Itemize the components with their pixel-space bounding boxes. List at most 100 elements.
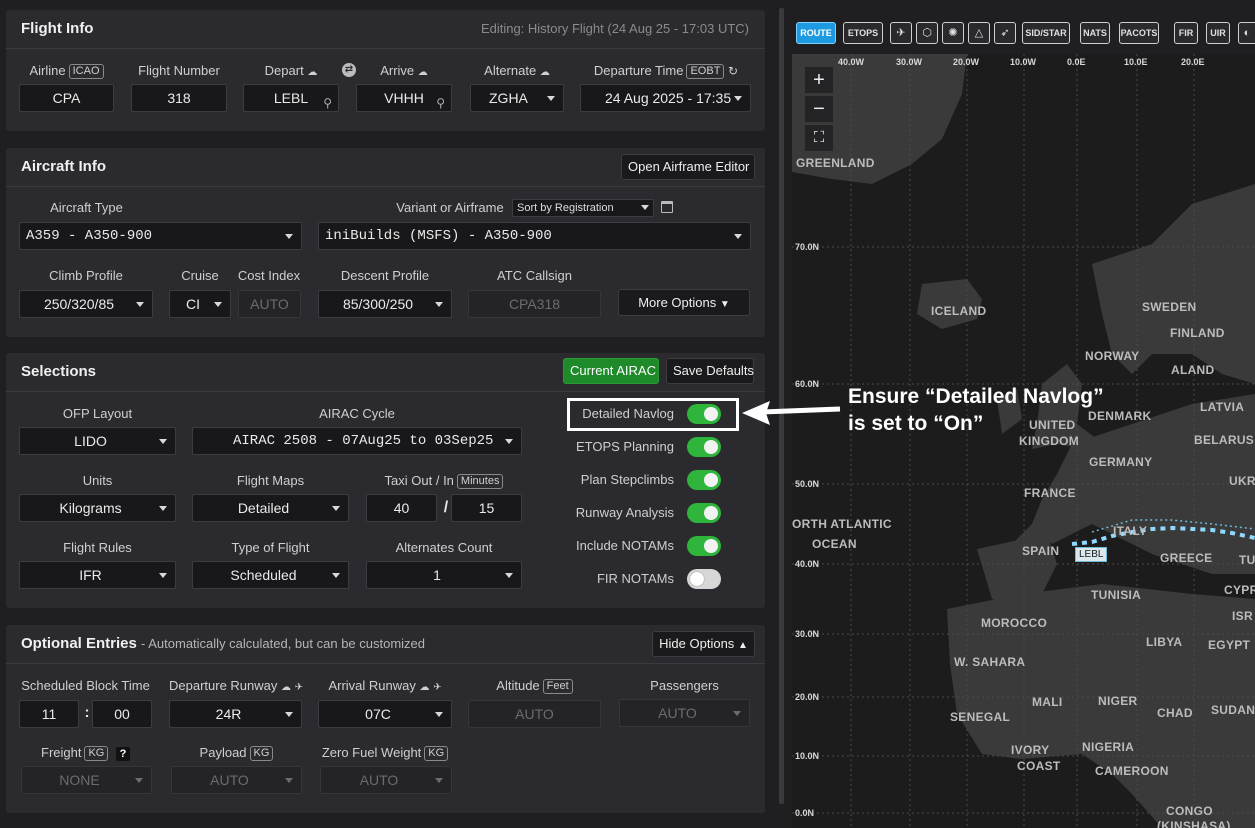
include-notams-switch[interactable]: [687, 536, 721, 556]
save-defaults-button[interactable]: Save Defaults: [666, 358, 754, 384]
country-label: EGYPT: [1208, 638, 1251, 652]
current-airac-button[interactable]: Current AIRAC: [563, 358, 659, 384]
flight-planner-form: Flight Info Editing: History Flight (24 …: [0, 0, 775, 828]
climb-profile-select[interactable]: 250/320/85: [19, 290, 153, 318]
block-hours-field[interactable]: 11: [19, 700, 79, 728]
units-label: Units: [82, 473, 113, 488]
block-time-separator: :: [84, 704, 90, 721]
country-label: UKRAI: [1229, 474, 1255, 488]
freight-select[interactable]: NONE: [21, 766, 152, 794]
chevron-down-icon: [734, 234, 742, 239]
departure-time-select[interactable]: 24 Aug 2025 - 17:35: [580, 84, 751, 112]
flight-maps-label: Flight Maps: [236, 473, 305, 488]
fir-notams-switch[interactable]: [687, 569, 721, 589]
altitude-label: Altitude Feet: [468, 678, 601, 694]
hide-options-button[interactable]: Hide Options ▲: [652, 631, 755, 657]
arrive-field[interactable]: VHHH ⚲: [356, 84, 452, 112]
sort-select[interactable]: Sort by Registration: [512, 199, 654, 217]
country-label: COAST: [1017, 759, 1061, 773]
cruise-select[interactable]: CI: [169, 290, 231, 318]
country-label: NIGER: [1098, 694, 1138, 708]
flight-info-title: Flight Info: [21, 20, 94, 37]
lat-label: 30.0N: [795, 629, 820, 639]
passengers-select[interactable]: AUTO: [619, 699, 750, 727]
cost-index-field[interactable]: AUTO: [238, 290, 301, 318]
country-label: NIGERIA: [1082, 740, 1135, 754]
hexagon-icon[interactable]: ⬡: [916, 22, 938, 44]
rocket-icon[interactable]: ➶: [994, 22, 1016, 44]
chevron-down-icon: [435, 712, 443, 717]
plan-stepclimbs-switch[interactable]: [687, 470, 721, 490]
arrival-runway-select[interactable]: 07C: [318, 700, 452, 728]
depart-field[interactable]: LEBL ⚲: [243, 84, 339, 112]
flight-maps-select[interactable]: Detailed: [192, 494, 349, 522]
toggle-fir-notams: FIR NOTAMs: [560, 565, 760, 593]
country-label: (KINSHASA): [1157, 819, 1231, 828]
swap-icon[interactable]: ⇄: [342, 63, 356, 77]
country-label: ICELAND: [931, 304, 987, 318]
contrast-icon[interactable]: ◐: [1238, 22, 1255, 44]
block-minutes-field[interactable]: 00: [92, 700, 152, 728]
runway-analysis-switch[interactable]: [687, 503, 721, 523]
country-label: SPAIN: [1022, 544, 1060, 558]
passengers-label: Passengers: [650, 678, 719, 693]
lat-label: 40.0N: [795, 559, 820, 569]
type-of-flight-select[interactable]: Scheduled: [192, 561, 349, 589]
zero-fuel-weight-select[interactable]: AUTO: [320, 766, 452, 794]
aircraft-info-title: Aircraft Info: [21, 158, 107, 175]
units-select[interactable]: Kilograms: [19, 494, 176, 522]
search-icon[interactable]: ⚲: [436, 90, 445, 111]
flight-rules-select[interactable]: IFR: [19, 561, 176, 589]
descent-profile-select[interactable]: 85/300/250: [318, 290, 452, 318]
country-label: SWEDEN: [1142, 300, 1197, 314]
payload-select[interactable]: AUTO: [171, 766, 302, 794]
departure-runway-select[interactable]: 24R: [169, 700, 302, 728]
country-label: TU: [1239, 553, 1255, 567]
search-icon[interactable]: ⚲: [323, 90, 332, 111]
aircraft-type-select[interactable]: A359 - A350-900: [19, 222, 302, 250]
more-options-button[interactable]: More Options ▼: [618, 289, 750, 316]
airplane-icon[interactable]: ✈: [890, 22, 912, 44]
help-icon[interactable]: ?: [116, 747, 130, 761]
alternate-select[interactable]: ZGHA: [470, 84, 564, 112]
country-label: ISR: [1232, 609, 1253, 623]
aircraft-type-label: Aircraft Type: [50, 200, 123, 215]
airline-field[interactable]: CPA: [19, 84, 114, 112]
fir-layer-button[interactable]: FIR: [1174, 22, 1198, 44]
airline-label: Airline ICAO: [19, 63, 114, 79]
altitude-field[interactable]: AUTO: [468, 700, 601, 728]
chevron-down-icon: [505, 573, 513, 578]
alternates-count-select[interactable]: 1: [366, 561, 522, 589]
airac-cycle-select[interactable]: AIRAC 2508 - 07Aug25 to 03Sep25: [192, 427, 522, 455]
nats-layer-button[interactable]: NATS: [1080, 22, 1110, 44]
variant-select[interactable]: iniBuilds (MSFS) - A350-900: [318, 222, 751, 250]
editing-note: Editing: History Flight (24 Aug 25 - 17:…: [480, 21, 749, 36]
ofp-layout-select[interactable]: LIDO: [19, 427, 176, 455]
atc-callsign-field[interactable]: CPA318: [468, 290, 601, 318]
country-label: OCEAN: [812, 537, 857, 551]
chevron-down-icon: [159, 506, 167, 511]
zoom-in-button[interactable]: +: [804, 66, 834, 94]
chevron-down-icon: [435, 302, 443, 307]
origin-airport-label[interactable]: LEBL: [1075, 547, 1108, 562]
route-map[interactable]: + − ⛶ 40.0W 30.0W 20.0W 10.0W 0.0E 10.0E…: [792, 54, 1255, 828]
lon-label: 20.0W: [953, 57, 980, 67]
uir-layer-button[interactable]: UIR: [1206, 22, 1230, 44]
chevron-down-icon: [135, 778, 143, 783]
etops-layer-button[interactable]: ETOPS: [843, 22, 883, 44]
refresh-icon[interactable]: ↻: [728, 64, 738, 78]
taxi-in-field[interactable]: 15: [451, 494, 522, 522]
pacots-layer-button[interactable]: PACOTS: [1119, 22, 1159, 44]
calendar-icon[interactable]: [661, 201, 673, 213]
fullscreen-icon[interactable]: ⛶: [804, 124, 834, 152]
zoom-out-button[interactable]: −: [804, 95, 834, 123]
route-layer-button[interactable]: ROUTE: [796, 22, 836, 44]
open-airframe-editor-button[interactable]: Open Airframe Editor: [621, 154, 755, 180]
flight-number-field[interactable]: 318: [131, 84, 227, 112]
alternates-count-label: Alternates Count: [395, 540, 493, 555]
radar-icon[interactable]: ✺: [942, 22, 964, 44]
triangle-icon[interactable]: △: [968, 22, 990, 44]
etops-planning-switch[interactable]: [687, 437, 721, 457]
taxi-out-field[interactable]: 40: [366, 494, 437, 522]
sid-star-layer-button[interactable]: SID/STAR: [1022, 22, 1070, 44]
